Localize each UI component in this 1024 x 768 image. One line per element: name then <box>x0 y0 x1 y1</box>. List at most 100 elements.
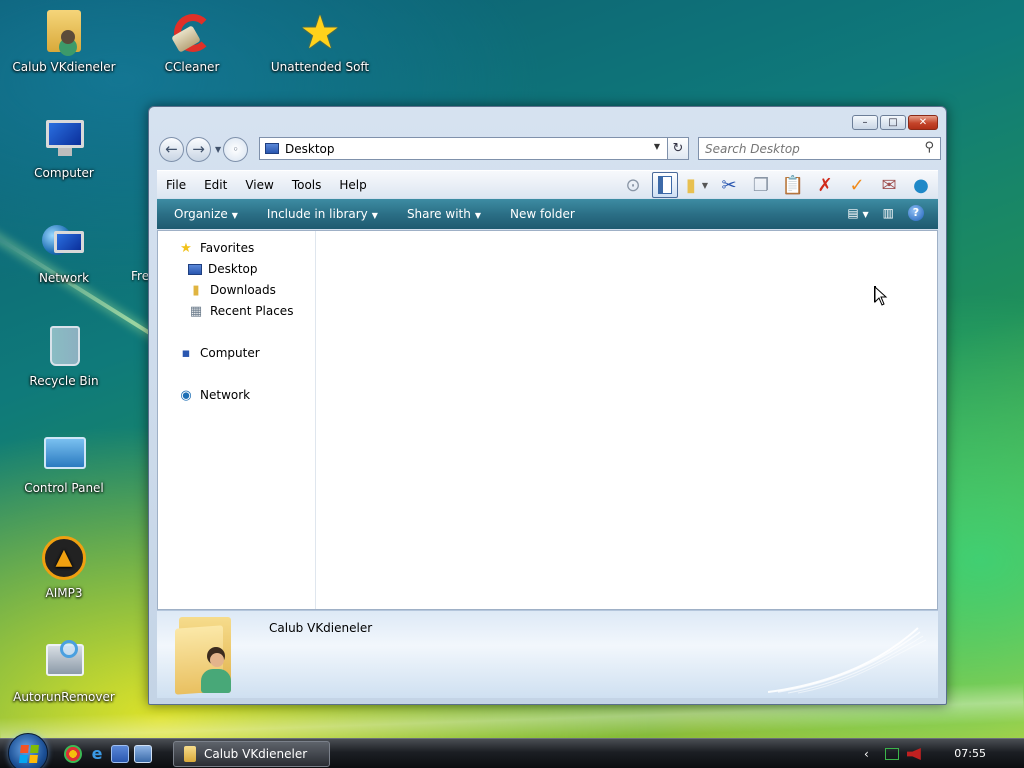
search-input[interactable] <box>705 141 915 156</box>
check-icon[interactable]: ✓ <box>844 172 870 198</box>
search-box[interactable]: ⚲ <box>698 137 941 160</box>
switch-windows-icon[interactable] <box>134 745 152 763</box>
navigation-pane-icon[interactable] <box>652 172 678 198</box>
toolbar-icons: ⊙ ▮ ▼ ✂ ❐ 📋 ✗ ✓ ✉ ● <box>620 172 934 198</box>
internet-explorer-icon[interactable]: e <box>88 745 106 763</box>
chrome-icon[interactable] <box>64 745 82 763</box>
copy-icon[interactable]: ❐ <box>748 172 774 198</box>
help-icon[interactable]: ? <box>908 205 924 221</box>
recent-pages-dropdown[interactable]: ▼ <box>215 145 221 154</box>
desktop-icon-ccleaner[interactable]: CCleaner <box>136 8 248 74</box>
autorun-remover-icon <box>40 638 88 686</box>
desktop-icon-unattended-soft[interactable]: ★ Unattended Soft <box>264 8 376 74</box>
details-decoration <box>768 627 927 694</box>
command-bar: Organize ▼ Include in library ▼ Share with… <box>157 199 938 229</box>
chevron-down-icon: ▼ <box>371 211 378 220</box>
maximize-button[interactable]: □ <box>880 115 906 130</box>
network-status-icon[interactable] <box>884 748 899 760</box>
control-panel-icon <box>40 429 88 477</box>
network-icon <box>40 219 88 267</box>
show-desktop-icon[interactable] <box>111 745 129 763</box>
file-list[interactable] <box>316 231 937 609</box>
desktop-icon-computer[interactable]: Computer <box>8 114 120 180</box>
desktop-icon-control-panel[interactable]: Control Panel <box>8 429 120 495</box>
desktop-icon-network[interactable]: Network <box>8 219 120 285</box>
navigation-bar: ← → ▼ ◦ Desktop ▼ ↻ ⚲ <box>159 136 941 162</box>
desktop-icon-label: Recycle Bin <box>29 374 99 388</box>
start-button[interactable] <box>8 733 48 768</box>
change-view-icon[interactable]: ▤ ▼ <box>847 206 868 220</box>
nav-recent-places[interactable]: ▦ Recent Places <box>188 303 294 319</box>
menu-tools[interactable]: Tools <box>283 178 331 192</box>
desktop-icon-label: Unattended Soft <box>270 60 370 74</box>
explorer-window[interactable]: – □ ✕ ← → ▼ ◦ Desktop ▼ ↻ ⚲ File Edit Vi… <box>148 106 947 705</box>
address-dropdown-icon[interactable]: ▼ <box>654 142 660 151</box>
desktop-icon-autorun-remover[interactable]: AutorunRemover <box>8 638 120 704</box>
folder-dropdown-icon[interactable]: ▮ ▼ <box>684 172 710 198</box>
nav-network[interactable]: ◉ Network <box>178 387 251 403</box>
preview-pane-icon[interactable]: ▥ <box>883 206 894 220</box>
nav-label: Desktop <box>208 262 258 276</box>
recycle-bin-icon <box>40 322 88 370</box>
show-hidden-icons-icon[interactable]: ‹ <box>864 747 869 761</box>
mail-icon[interactable]: ✉ <box>876 172 902 198</box>
nav-label: Downloads <box>210 283 276 297</box>
organize-label: Organize <box>174 207 228 221</box>
volume-muted-icon[interactable] <box>906 748 921 760</box>
menu-bar: File Edit View Tools Help ⊙ ▮ ▼ ✂ ❐ 📋 ✗ ✓… <box>157 170 938 198</box>
desktop-icon <box>265 143 279 154</box>
paste-icon[interactable]: 📋 <box>780 172 806 198</box>
computer-icon <box>40 114 88 162</box>
nav-label: Network <box>200 388 251 402</box>
chevron-down-icon: ▼ <box>231 211 238 220</box>
address-value: Desktop <box>285 141 335 156</box>
new-folder-button[interactable]: New folder <box>493 207 587 221</box>
up-level-button[interactable]: ◦ <box>223 136 249 162</box>
taskbar-window-button[interactable]: Calub VKdieneler <box>173 741 330 767</box>
menu-edit[interactable]: Edit <box>195 178 236 192</box>
include-in-library-button[interactable]: Include in library ▼ <box>250 207 390 221</box>
view-controls: ▤ ▼ ▥ ? <box>847 205 924 221</box>
desktop-icon-label: Computer <box>34 166 94 180</box>
share-with-button[interactable]: Share with ▼ <box>390 207 493 221</box>
close-button[interactable]: ✕ <box>908 115 938 130</box>
desktop-icon-label: Network <box>38 271 90 285</box>
menu-help[interactable]: Help <box>330 178 375 192</box>
nav-label: Recent Places <box>210 304 294 318</box>
system-tray: ‹ <box>854 739 1024 768</box>
menu-view[interactable]: View <box>236 178 282 192</box>
details-item-name: Calub VKdieneler <box>269 621 373 635</box>
desktop-icon-label: Control Panel <box>24 481 104 495</box>
desktop-icon-recycle-bin[interactable]: Recycle Bin <box>8 322 120 388</box>
network-icon: ◉ <box>180 387 192 403</box>
forward-button[interactable]: → <box>186 136 211 162</box>
clock[interactable]: 07:55 <box>954 747 986 760</box>
details-pane: Calub VKdieneler <box>157 610 938 698</box>
nav-computer[interactable]: ▪ Computer <box>178 346 260 361</box>
recent-places-icon: ▦ <box>189 303 203 319</box>
organize-button[interactable]: Organize ▼ <box>157 207 250 221</box>
window-controls: – □ ✕ <box>852 115 938 130</box>
refresh-button[interactable]: ↻ <box>667 137 689 160</box>
nav-desktop[interactable]: Desktop <box>188 262 258 276</box>
downloads-folder-icon: ▮ <box>192 282 200 298</box>
globe-icon[interactable]: ● <box>908 172 934 198</box>
desktop-icon-partial-label: Fre <box>131 269 150 283</box>
desktop-icon-user-folder[interactable]: Calub VKdieneler <box>8 8 120 74</box>
search-icon[interactable]: ⚲ <box>924 140 934 155</box>
minimize-button[interactable]: – <box>852 115 878 130</box>
menu-file[interactable]: File <box>157 178 195 192</box>
user-folder-icon <box>40 8 88 56</box>
taskbar: e Calub VKdieneler ‹ 07:55 <box>0 733 1024 768</box>
desktop-icon-label: AIMP3 <box>45 586 83 600</box>
nav-downloads[interactable]: ▮ Downloads <box>188 282 276 298</box>
desktop-icon-aimp[interactable]: ▲ AIMP3 <box>8 534 120 600</box>
desktop-icon-label: AutorunRemover <box>13 690 115 704</box>
star-icon: ★ <box>299 5 341 59</box>
delete-icon[interactable]: ✗ <box>812 172 838 198</box>
cut-icon[interactable]: ✂ <box>716 172 742 198</box>
disk-icon[interactable]: ⊙ <box>620 172 646 198</box>
nav-favorites[interactable]: ★ Favorites <box>178 241 254 256</box>
address-bar[interactable]: Desktop ▼ <box>259 137 689 160</box>
back-button[interactable]: ← <box>159 136 184 162</box>
